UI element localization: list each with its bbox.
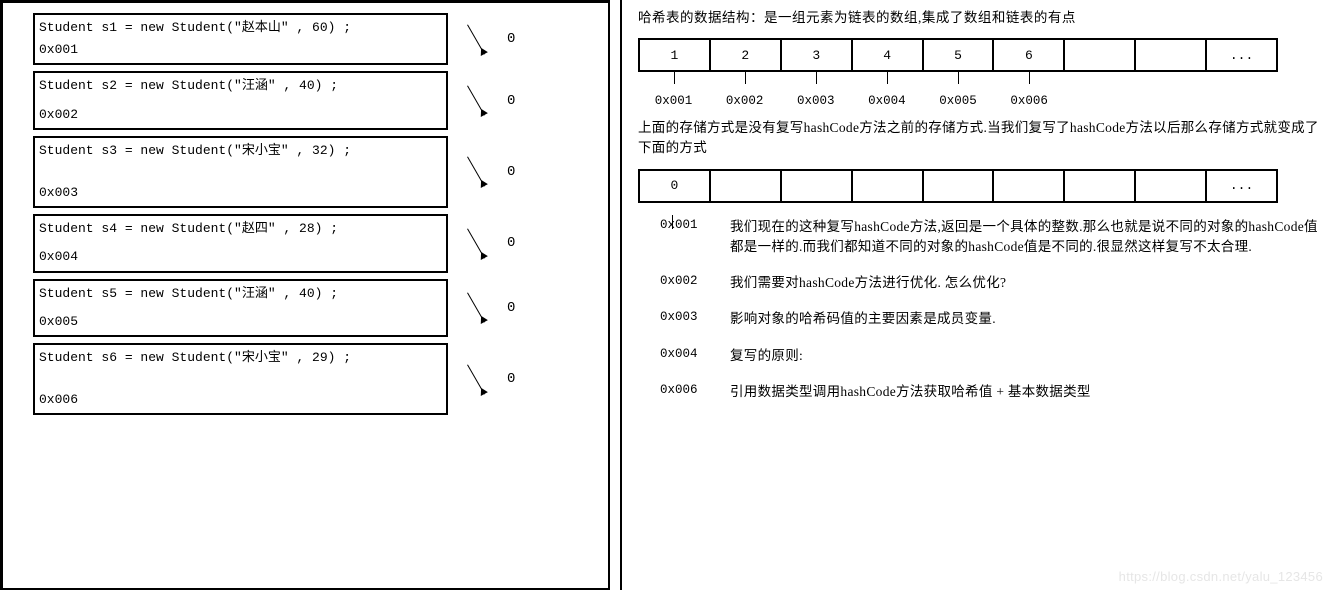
chain-text: 复写的原则: — [730, 346, 1323, 366]
watermark: https://blog.csdn.net/yalu_123456 — [1119, 569, 1323, 584]
code-line: Student s3 = new Student("宋小宝" , 32) ; — [39, 142, 438, 160]
hash-cell: 3 — [782, 40, 853, 70]
vertical-divider — [620, 0, 622, 590]
code-row-6: Student s6 = new Student("宋小宝" , 29) ; 0… — [33, 343, 598, 415]
addr-line: 0x002 — [39, 106, 438, 124]
chain-text: 引用数据类型调用hashCode方法获取哈希值 + 基本数据类型 — [730, 382, 1323, 402]
code-row-1: Student s1 = new Student("赵本山" , 60) ; 0… — [33, 13, 598, 65]
code-line: Student s5 = new Student("汪涵" , 40) ; — [39, 285, 438, 303]
hash-value: 0 — [507, 371, 515, 387]
code-block: Student s3 = new Student("宋小宝" , 32) ; 0… — [33, 136, 448, 208]
hash-cell — [1136, 40, 1207, 70]
chain-text: 我们需要对hashCode方法进行优化. 怎么优化? — [730, 273, 1323, 293]
addr-line: 0x004 — [39, 248, 438, 266]
chain-text: 我们现在的这种复写hashCode方法,返回是一个具体的整数.那么也就是说不同的… — [730, 217, 1323, 258]
addr-line: 0x006 — [39, 391, 438, 409]
chain-row: 0x003 影响对象的哈希码值的主要因素是成员变量. — [660, 309, 1323, 329]
tick-icon — [958, 72, 959, 84]
addr-line: 0x005 — [39, 313, 438, 331]
chain-row: 0x001 我们现在的这种复写hashCode方法,返回是一个具体的整数.那么也… — [660, 217, 1323, 258]
tick-icon — [887, 72, 888, 84]
hash-cell: ... — [1207, 40, 1276, 70]
hash-cell — [711, 171, 782, 201]
chain-addr: 0x001 — [660, 217, 730, 232]
chain-row: 0x004 复写的原则: — [660, 346, 1323, 366]
arrow-icon — [448, 152, 503, 192]
code-line: Student s4 = new Student("赵四" , 28) ; — [39, 220, 438, 238]
addr-line: 0x003 — [39, 184, 438, 202]
code-row-5: Student s5 = new Student("汪涵" , 40) ; 0x… — [33, 279, 598, 337]
hash-cell — [1065, 171, 1136, 201]
hash-value: 0 — [507, 31, 515, 47]
tick-icon — [1029, 72, 1030, 84]
code-row-3: Student s3 = new Student("宋小宝" , 32) ; 0… — [33, 136, 598, 208]
left-panel: Student s1 = new Student("赵本山" , 60) ; 0… — [0, 0, 610, 590]
arrow-icon — [448, 359, 503, 399]
addr-label: 0x005 — [922, 94, 993, 108]
addr-label: 0x002 — [709, 94, 780, 108]
arrow-icon — [448, 223, 503, 263]
mid-explanation: 上面的存储方式是没有复写hashCode方法之前的存储方式.当我们复写了hash… — [638, 118, 1323, 159]
chain-addr: 0x002 — [660, 273, 730, 288]
chain-addr: 0x006 — [660, 382, 730, 397]
chain-addr: 0x003 — [660, 309, 730, 324]
hash-cell — [1136, 171, 1207, 201]
hash-cell: ... — [1207, 171, 1276, 201]
code-line: Student s2 = new Student("汪涵" , 40) ; — [39, 77, 438, 95]
chain-text: 影响对象的哈希码值的主要因素是成员变量. — [730, 309, 1323, 329]
addr-label: 0x006 — [994, 94, 1065, 108]
hash-cell — [924, 171, 995, 201]
hash-cell — [782, 171, 853, 201]
arrow-icon — [448, 288, 503, 328]
hash-cell: 4 — [853, 40, 924, 70]
code-line: Student s1 = new Student("赵本山" , 60) ; — [39, 19, 438, 37]
code-block: Student s1 = new Student("赵本山" , 60) ; 0… — [33, 13, 448, 65]
chain-list: 0x001 我们现在的这种复写hashCode方法,返回是一个具体的整数.那么也… — [660, 217, 1323, 403]
hash-value: 0 — [507, 164, 515, 180]
chain-row: 0x002 我们需要对hashCode方法进行优化. 怎么优化? — [660, 273, 1323, 293]
hash-cell — [994, 171, 1065, 201]
addr-label: 0x003 — [780, 94, 851, 108]
code-row-4: Student s4 = new Student("赵四" , 28) ; 0x… — [33, 214, 598, 272]
hash-value: 0 — [507, 235, 515, 251]
arrow-icon — [448, 19, 503, 59]
code-line: Student s6 = new Student("宋小宝" , 29) ; — [39, 349, 438, 367]
hash-cell: 5 — [924, 40, 995, 70]
tick-icon — [672, 215, 673, 229]
code-block: Student s6 = new Student("宋小宝" , 29) ; 0… — [33, 343, 448, 415]
hash-table-1: 1 2 3 4 5 6 ... — [638, 38, 1278, 72]
tick-icon — [816, 72, 817, 84]
hash-cell — [1065, 40, 1136, 70]
addr-row-1: 0x001 0x002 0x003 0x004 0x005 0x006 — [638, 94, 1278, 108]
tick-icon — [745, 72, 746, 84]
code-row-2: Student s2 = new Student("汪涵" , 40) ; 0x… — [33, 71, 598, 129]
hash-table-2: 0 ... — [638, 169, 1278, 203]
code-block: Student s5 = new Student("汪涵" , 40) ; 0x… — [33, 279, 448, 337]
hash-value: 0 — [507, 300, 515, 316]
hash-cell: 0 — [640, 171, 711, 201]
addr-label: 0x001 — [638, 94, 709, 108]
tick-row-1 — [638, 72, 1278, 90]
hash-value: 0 — [507, 93, 515, 109]
hash-cell: 1 — [640, 40, 711, 70]
code-block: Student s2 = new Student("汪涵" , 40) ; 0x… — [33, 71, 448, 129]
chain-addr: 0x004 — [660, 346, 730, 361]
chain-row: 0x006 引用数据类型调用hashCode方法获取哈希值 + 基本数据类型 — [660, 382, 1323, 402]
arrow-icon — [448, 81, 503, 121]
hash-cell: 6 — [994, 40, 1065, 70]
code-block: Student s4 = new Student("赵四" , 28) ; 0x… — [33, 214, 448, 272]
addr-line: 0x001 — [39, 41, 438, 59]
hash-cell: 2 — [711, 40, 782, 70]
hash-table-title: 哈希表的数据结构：是一组元素为链表的数组,集成了数组和链表的有点 — [638, 6, 1323, 26]
hash-cell — [853, 171, 924, 201]
right-panel: 哈希表的数据结构：是一组元素为链表的数组,集成了数组和链表的有点 1 2 3 4… — [632, 0, 1333, 590]
tick-icon — [674, 72, 675, 84]
addr-label: 0x004 — [851, 94, 922, 108]
diagram-container: Student s1 = new Student("赵本山" , 60) ; 0… — [0, 0, 1333, 590]
